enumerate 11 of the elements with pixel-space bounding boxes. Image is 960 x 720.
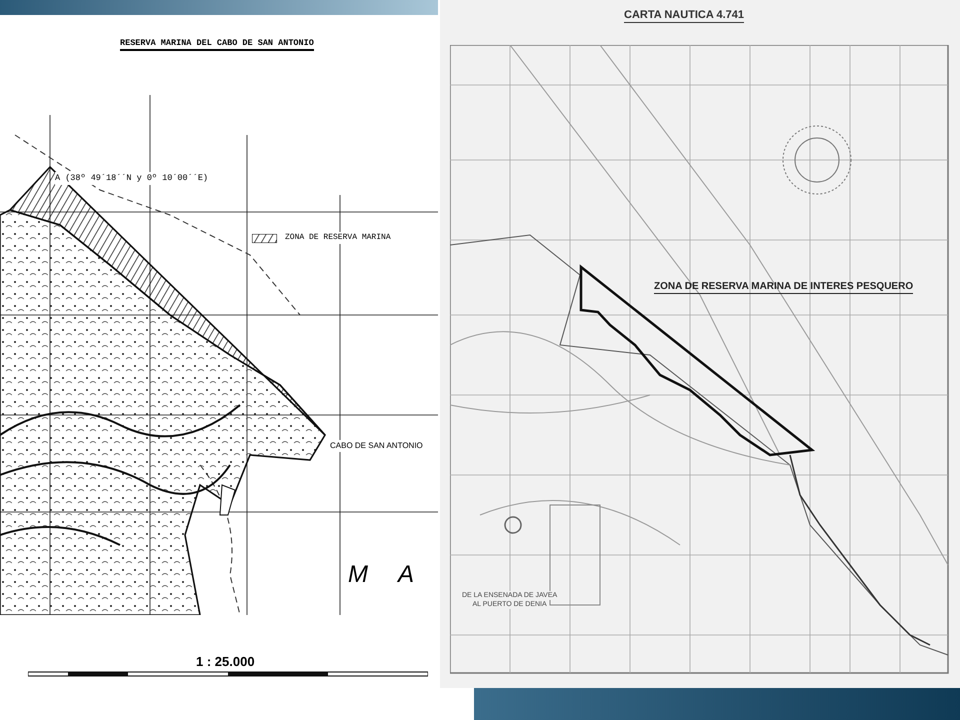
sea-letter: A	[398, 563, 414, 587]
scale-label: 1 : 25.000	[196, 655, 255, 668]
coordinate-label: A (38º 49´18´´N y 0º 10´00´´E)	[55, 172, 208, 185]
chart-title: CARTA NAUTICA 4.741	[624, 8, 744, 23]
legend-label: ZONA DE RESERVA MARINA	[285, 232, 391, 244]
map-title: RESERVA MARINA DEL CABO DE SAN ANTONIO	[120, 37, 314, 51]
sea-letter: M	[348, 563, 368, 587]
zone-label: ZONA DE RESERVA MARINA DE INTERES PESQUERO	[654, 281, 914, 294]
hatched-swatch-icon	[252, 234, 277, 242]
place-label: CABO DE SAN ANTONIO	[330, 440, 423, 452]
scale-bar-icon	[28, 669, 428, 679]
